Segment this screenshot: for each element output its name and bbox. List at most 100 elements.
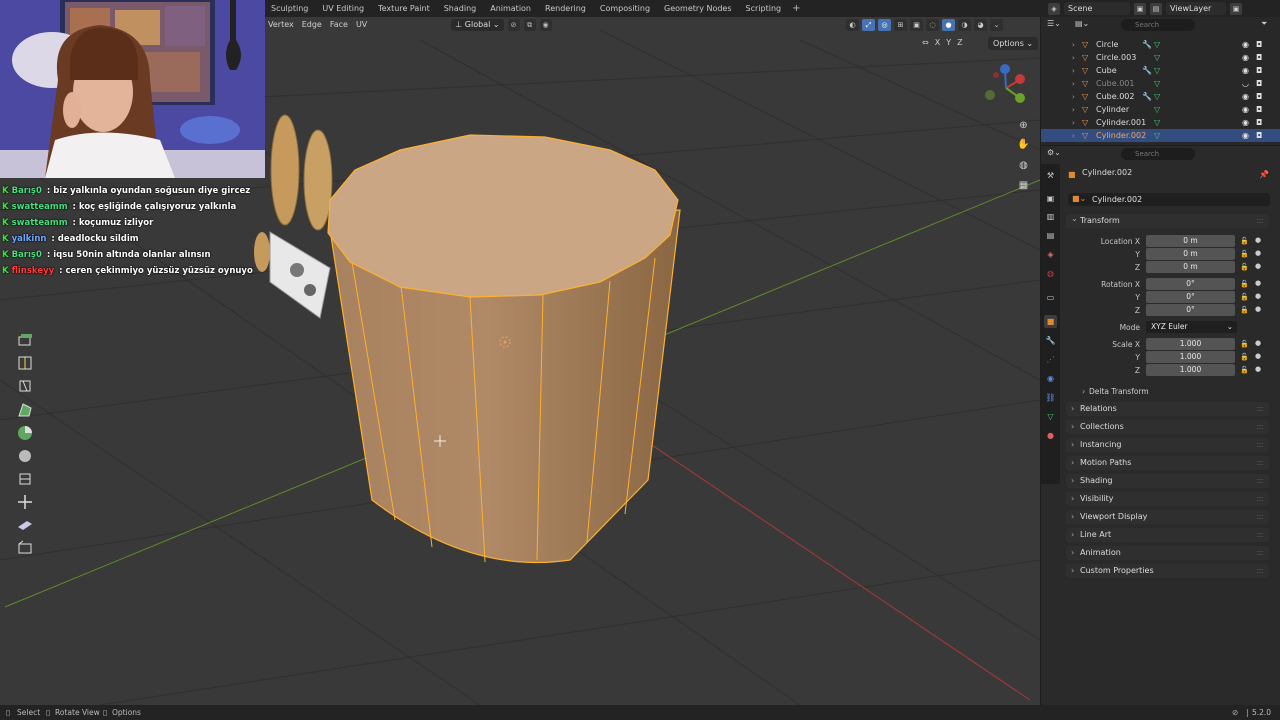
pivot-icon[interactable]: ⊘ xyxy=(507,19,520,31)
render-camera-icon[interactable]: ◘ xyxy=(1256,79,1262,88)
instancing-panel-header[interactable]: Instancing:::: xyxy=(1066,438,1269,452)
visibility-eye-icon[interactable]: ◉ xyxy=(1242,92,1249,101)
tab-uv-editing[interactable]: UV Editing xyxy=(315,0,371,17)
tab-sculpting[interactable]: Sculpting xyxy=(264,0,315,17)
line-art-panel-header[interactable]: Line Art:::: xyxy=(1066,528,1269,542)
tab-rendering[interactable]: Rendering xyxy=(538,0,593,17)
shading-panel-header[interactable]: Shading:::: xyxy=(1066,474,1269,488)
visibility-eye-icon[interactable]: ◉ xyxy=(1242,131,1249,140)
location-y-field[interactable]: 0 m xyxy=(1146,248,1235,260)
keyframe-dot-icon[interactable]: ● xyxy=(1255,305,1261,313)
outliner-item-cylinder-002[interactable]: › ▽ Cylinder.002 ▽ ◉ ◘ xyxy=(1041,129,1280,142)
view-layer-icon[interactable]: ▤ xyxy=(1150,2,1162,15)
expand-icon[interactable]: › xyxy=(1072,41,1082,49)
drag-grip-icon[interactable]: :::: xyxy=(1256,474,1264,488)
motion-paths-panel-header[interactable]: Motion Paths:::: xyxy=(1066,456,1269,470)
lock-icon[interactable]: 🔓 xyxy=(1240,263,1249,271)
poly-build-tool-icon[interactable] xyxy=(15,400,35,420)
outliner-search-input[interactable]: Search xyxy=(1121,19,1195,31)
outliner-item-circle-003[interactable]: › ▽ Circle.003 ▽ ◉ ◘ xyxy=(1041,51,1280,64)
snap-icon[interactable]: ⧉ xyxy=(523,19,536,31)
expand-icon[interactable]: › xyxy=(1072,54,1082,62)
lock-icon[interactable]: 🔓 xyxy=(1240,293,1249,301)
new-view-layer-icon[interactable]: ▣ xyxy=(1230,2,1242,15)
menu-edge[interactable]: Edge xyxy=(298,17,326,33)
add-workspace-button[interactable]: + xyxy=(788,0,804,17)
wireframe-shading-icon[interactable]: ◌ xyxy=(926,19,939,31)
tab-geometry-nodes[interactable]: Geometry Nodes xyxy=(657,0,738,17)
properties-search-input[interactable]: Search xyxy=(1121,148,1195,160)
render-tab-icon[interactable]: ▣ xyxy=(1044,192,1057,205)
tab-shading[interactable]: Shading xyxy=(437,0,484,17)
outliner-item-cube[interactable]: › ▽ Cube 🔧 ▽ ◉ ◘ xyxy=(1041,64,1280,77)
transform-panel-header[interactable]: Transform:::: xyxy=(1066,212,1269,228)
overlay-icon[interactable]: ◎ xyxy=(878,19,891,31)
scene-selector[interactable]: Scene xyxy=(1064,2,1130,15)
scale-y-field[interactable]: 1.000 xyxy=(1146,351,1235,363)
keyframe-dot-icon[interactable]: ● xyxy=(1255,365,1261,373)
keyframe-dot-icon[interactable]: ● xyxy=(1255,279,1261,287)
loop-cut-tool-icon[interactable] xyxy=(15,353,35,373)
constraints-tab-icon[interactable]: ⛓ xyxy=(1044,391,1057,404)
grid-perspective-icon[interactable]: ▦ xyxy=(1015,177,1032,194)
rendered-shading-icon[interactable]: ◕ xyxy=(974,19,987,31)
render-camera-icon[interactable]: ◘ xyxy=(1256,105,1262,114)
drag-grip-icon[interactable]: :::: xyxy=(1256,492,1264,506)
drag-grip-icon[interactable]: :::: xyxy=(1256,420,1264,434)
drag-grip-icon[interactable]: :::: xyxy=(1256,510,1264,524)
scale-z-field[interactable]: 1.000 xyxy=(1146,364,1235,376)
lock-icon[interactable]: 🔓 xyxy=(1240,250,1249,258)
tab-animation[interactable]: Animation xyxy=(483,0,538,17)
drag-grip-icon[interactable]: :::: xyxy=(1256,546,1264,560)
tab-texture-paint[interactable]: Texture Paint xyxy=(371,0,437,17)
zoom-icon[interactable]: ⊕ xyxy=(1015,117,1032,134)
object-tab-icon[interactable]: ■ xyxy=(1044,315,1057,328)
render-camera-icon[interactable]: ◘ xyxy=(1256,118,1262,127)
mirror-icon[interactable]: ⇔ xyxy=(920,37,931,49)
keyframe-dot-icon[interactable]: ● xyxy=(1255,292,1261,300)
outliner-item-cube-001[interactable]: › ▽ Cube.001 ▽ ◡ ◘ xyxy=(1041,77,1280,90)
tool-tab-icon[interactable]: ⚒ xyxy=(1044,169,1057,182)
keyframe-dot-icon[interactable]: ● xyxy=(1255,352,1261,360)
axis-z-toggle[interactable]: Z xyxy=(955,37,964,49)
material-shading-icon[interactable]: ◑ xyxy=(958,19,971,31)
output-tab-icon[interactable]: ▥ xyxy=(1044,210,1057,223)
data-tab-icon[interactable]: ▽ xyxy=(1044,410,1057,423)
visibility-icon[interactable]: ◐ xyxy=(846,19,859,31)
drag-grip-icon[interactable]: :::: xyxy=(1256,438,1264,452)
menu-vertex[interactable]: Vertex xyxy=(264,17,298,33)
rotation-z-field[interactable]: 0° xyxy=(1146,304,1235,316)
relations-panel-header[interactable]: Relations:::: xyxy=(1066,402,1269,416)
physics-tab-icon[interactable]: ◉ xyxy=(1044,372,1057,385)
custom-properties-panel-header[interactable]: Custom Properties:::: xyxy=(1066,564,1269,578)
render-camera-icon[interactable]: ◘ xyxy=(1256,53,1262,62)
rotation-x-field[interactable]: 0° xyxy=(1146,278,1235,290)
rotation-mode-dropdown[interactable]: XYZ Euler ⌄ xyxy=(1146,321,1237,333)
expand-icon[interactable]: › xyxy=(1072,93,1082,101)
collections-panel-header[interactable]: Collections:::: xyxy=(1066,420,1269,434)
knife-tool-icon[interactable] xyxy=(15,376,35,396)
rotation-y-field[interactable]: 0° xyxy=(1146,291,1235,303)
outliner-item-circle[interactable]: › ▽ Circle 🔧 ▽ ◉ ◘ xyxy=(1041,38,1280,51)
expand-icon[interactable]: › xyxy=(1072,119,1082,127)
lock-icon[interactable]: 🔓 xyxy=(1240,353,1249,361)
visibility-eye-icon[interactable]: ◉ xyxy=(1242,40,1249,49)
keyframe-dot-icon[interactable]: ● xyxy=(1255,236,1261,244)
outliner-item-cube-002[interactable]: › ▽ Cube.002 🔧 ▽ ◉ ◘ xyxy=(1041,90,1280,103)
edge-slide-tool-icon[interactable] xyxy=(15,469,35,489)
pin-icon[interactable]: 📌 xyxy=(1259,170,1269,179)
cylinder-mesh[interactable] xyxy=(327,134,681,564)
shear-tool-icon[interactable] xyxy=(15,515,35,535)
location-x-field[interactable]: 0 m xyxy=(1146,235,1235,247)
scale-x-field[interactable]: 1.000 xyxy=(1146,338,1235,350)
lock-icon[interactable]: 🔓 xyxy=(1240,366,1249,374)
transform-orientation-dropdown[interactable]: ⊥ Global ⌄ xyxy=(451,19,504,31)
outliner-filter-icon[interactable]: ⏷ xyxy=(1261,19,1267,29)
navigation-gizmo[interactable] xyxy=(978,61,1034,113)
menu-uv[interactable]: UV xyxy=(352,17,371,33)
location-z-field[interactable]: 0 m xyxy=(1146,261,1235,273)
world-tab-icon[interactable]: ◍ xyxy=(1044,267,1057,280)
mesh-edit-overlay-icon[interactable]: ⊞ xyxy=(894,19,907,31)
keyframe-dot-icon[interactable]: ● xyxy=(1255,339,1261,347)
keyframe-dot-icon[interactable]: ● xyxy=(1255,249,1261,257)
